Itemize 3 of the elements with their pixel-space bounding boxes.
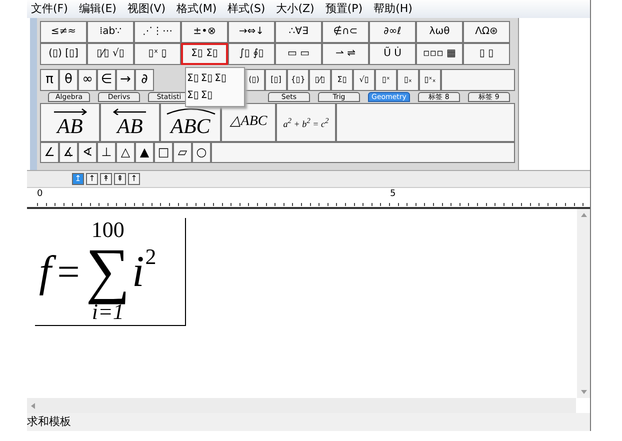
ruler-label: 0 <box>37 188 43 199</box>
status-bar: 求和模板 <box>27 413 590 431</box>
ruler-label: 5 <box>390 188 396 199</box>
